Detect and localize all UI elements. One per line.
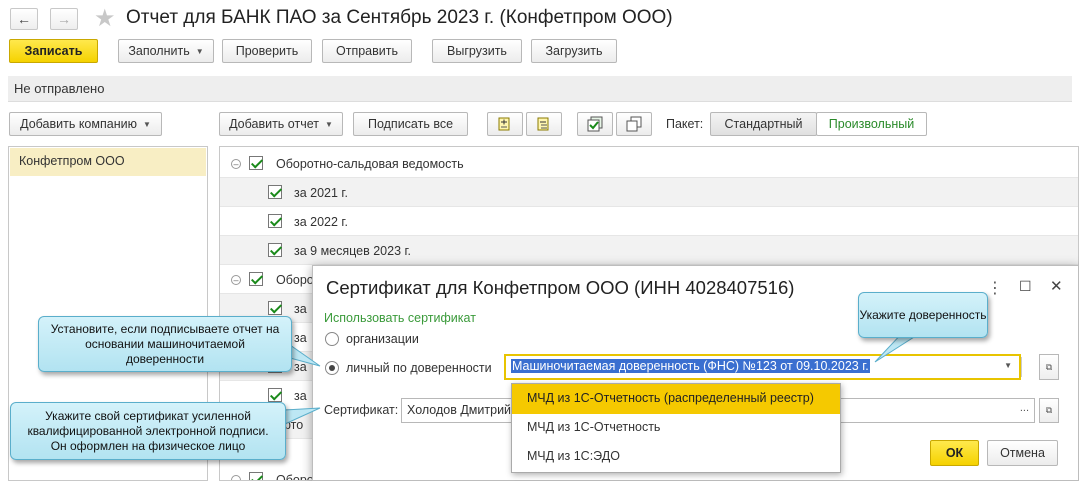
callout-pointer [289,344,321,367]
callout-certificate: Укажите свой сертификат усиленной квалиф… [10,402,286,460]
callout-pointer [284,407,321,425]
callout-personal: Установите, если подписываете отчет на о… [38,316,292,372]
callout-poa: Укажите доверенность [858,292,988,338]
